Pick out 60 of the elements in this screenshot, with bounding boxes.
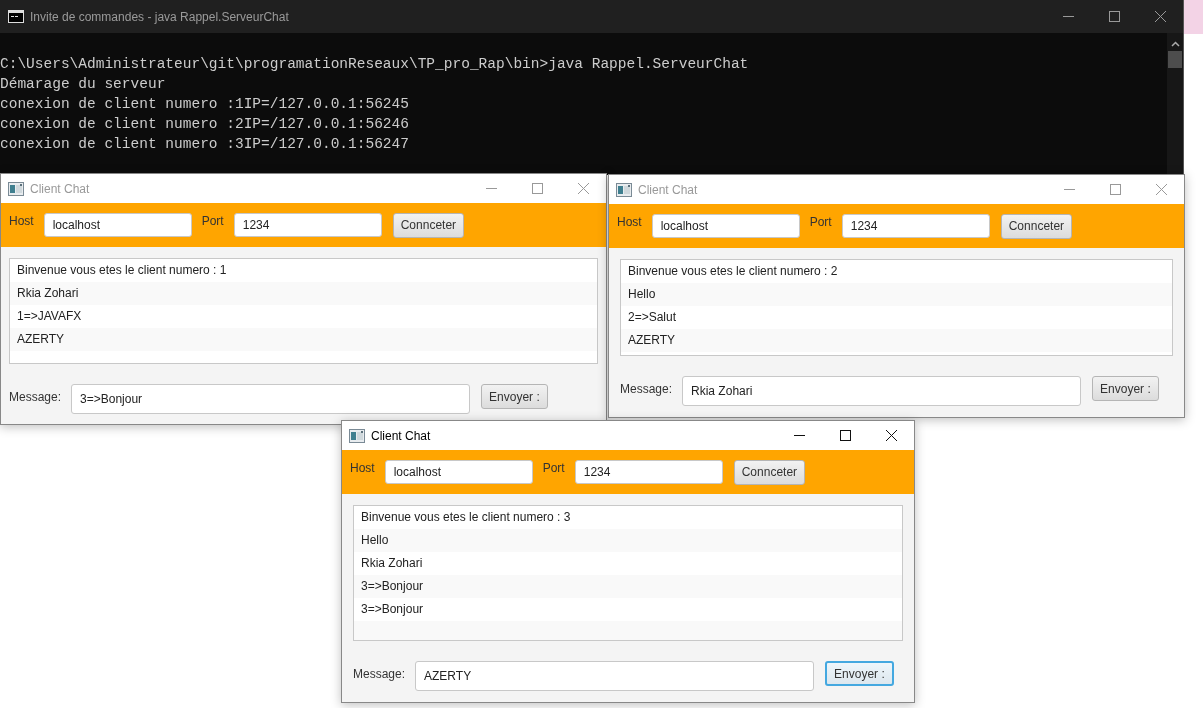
console-line: conexion de client numero :2IP=/127.0.0.1:56246: [0, 115, 410, 134]
close-icon: [577, 183, 589, 194]
maximize-icon: [839, 430, 851, 441]
port-label: Port: [201, 214, 224, 228]
host-field[interactable]: localhost: [384, 460, 533, 484]
message-item[interactable]: Binvenue vous etes le client numero : 1: [10, 259, 597, 282]
host-field[interactable]: localhost: [651, 214, 800, 238]
message-item[interactable]: Binvenue vous etes le client numero : 2: [621, 260, 1172, 283]
app-icon: [8, 181, 24, 196]
console-line: conexion de client numero :3IP=/127.0.0.1:56247: [0, 135, 410, 154]
message-item[interactable]: AZERTY: [621, 329, 1172, 352]
port-label: Port: [809, 215, 832, 229]
message-item[interactable]: Hello: [354, 529, 902, 552]
message-item[interactable]: 3=>Bonjour: [354, 598, 902, 621]
message-item[interactable]: 3=>Bonjour: [354, 575, 902, 598]
window-title: Client Chat: [638, 182, 698, 197]
message-item[interactable]: Rkia Zohari: [354, 552, 902, 575]
scrollbar-thumb[interactable]: [1168, 51, 1182, 68]
message-field[interactable]: Rkia Zohari: [682, 376, 1082, 406]
host-label: Host: [617, 215, 642, 229]
maximize-icon: [1108, 11, 1120, 22]
message-field[interactable]: 3=>Bonjour: [71, 384, 471, 414]
host-field[interactable]: localhost: [43, 213, 192, 237]
port-label: Port: [542, 461, 565, 475]
connect-button[interactable]: Connceter: [1000, 213, 1073, 239]
message-item[interactable]: AZERTY: [10, 328, 597, 351]
message-label: Message:: [9, 390, 62, 404]
message-label: Message:: [353, 667, 406, 681]
send-button[interactable]: Envoyer :: [481, 384, 548, 409]
host-label: Host: [9, 214, 34, 228]
console-line: Démarage du serveur: [0, 75, 167, 94]
close-icon: [1154, 11, 1166, 22]
close-icon: [1155, 184, 1167, 195]
port-field[interactable]: 1234: [574, 460, 723, 484]
message-item[interactable]: Rkia Zohari: [10, 282, 597, 305]
app-icon: [616, 182, 632, 197]
message-item[interactable]: 2=>Salut: [621, 306, 1172, 329]
console-line: C:\Users\Administrateur\git\programationReseaux\TP_pro_Rap\bin>java Rappel.ServeurChat: [0, 55, 750, 74]
maximize-icon: [531, 183, 543, 194]
port-field[interactable]: 1234: [233, 213, 382, 237]
port-field[interactable]: 1234: [841, 214, 990, 238]
scroll-up-button[interactable]: [1170, 41, 1180, 47]
window-title: Client Chat: [30, 181, 90, 196]
message-field[interactable]: AZERTY: [415, 661, 815, 691]
console-line: conexion de client numero :1IP=/127.0.0.1:56245: [0, 95, 410, 114]
connect-button[interactable]: Connceter: [392, 212, 465, 238]
send-button[interactable]: Envoyer :: [1092, 376, 1159, 401]
console-icon: [8, 10, 24, 23]
window-title: Invite de commandes - java Rappel.ServeurChat: [30, 9, 289, 24]
message-item[interactable]: Hello: [621, 283, 1172, 306]
window-title: Client Chat: [371, 428, 431, 443]
connect-button[interactable]: Connceter: [733, 459, 806, 485]
host-label: Host: [350, 461, 375, 475]
message-item[interactable]: 1=>JAVAFX: [10, 305, 597, 328]
close-icon: [885, 430, 897, 441]
maximize-icon: [1109, 184, 1121, 195]
message-label: Message:: [620, 382, 673, 396]
send-button[interactable]: Envoyer :: [825, 661, 894, 686]
message-item[interactable]: Binvenue vous etes le client numero : 3: [354, 506, 902, 529]
app-icon: [349, 428, 365, 443]
